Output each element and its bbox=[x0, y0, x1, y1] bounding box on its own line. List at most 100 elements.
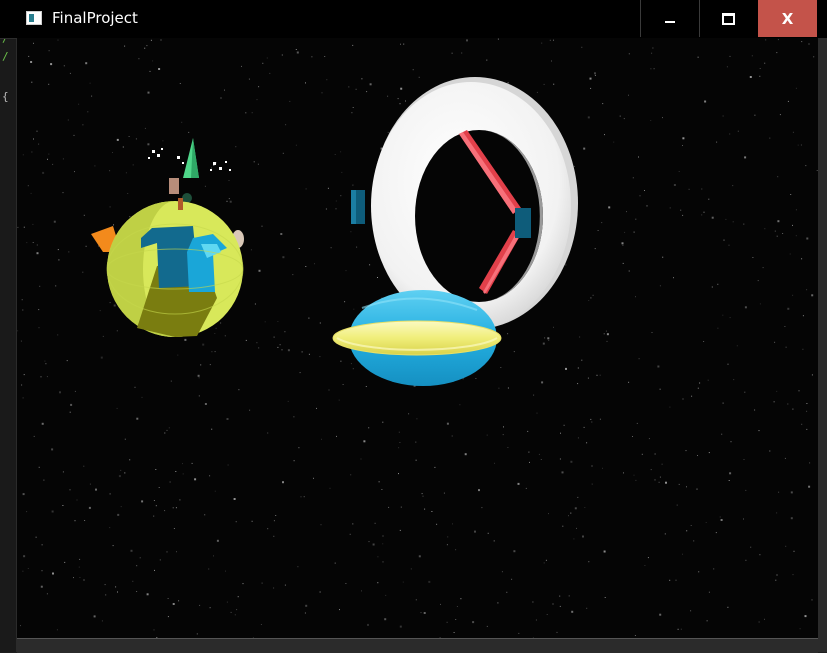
star bbox=[447, 423, 449, 425]
star bbox=[255, 304, 256, 305]
star bbox=[541, 43, 542, 44]
star bbox=[211, 351, 212, 352]
star bbox=[704, 101, 706, 103]
star bbox=[296, 145, 297, 146]
star bbox=[230, 201, 232, 203]
star bbox=[794, 551, 795, 552]
star bbox=[403, 44, 404, 45]
star bbox=[607, 341, 608, 342]
star bbox=[727, 607, 728, 608]
star bbox=[192, 463, 193, 464]
star bbox=[400, 530, 401, 531]
star bbox=[584, 427, 585, 428]
star bbox=[704, 212, 705, 213]
maximize-button[interactable] bbox=[699, 0, 757, 37]
window-title: FinalProject bbox=[52, 9, 138, 27]
star bbox=[262, 226, 263, 227]
star bbox=[87, 111, 88, 112]
star bbox=[801, 145, 802, 146]
star bbox=[461, 53, 462, 54]
star bbox=[416, 460, 417, 461]
star bbox=[806, 429, 807, 430]
star bbox=[123, 147, 124, 148]
star bbox=[400, 88, 402, 90]
star bbox=[635, 296, 636, 297]
star bbox=[154, 629, 155, 630]
star bbox=[353, 107, 354, 108]
star bbox=[62, 505, 63, 506]
star bbox=[793, 132, 794, 133]
star bbox=[321, 439, 322, 440]
star bbox=[633, 177, 634, 178]
star bbox=[267, 528, 268, 529]
star bbox=[313, 478, 314, 479]
star bbox=[690, 610, 691, 611]
star bbox=[723, 116, 724, 117]
star bbox=[494, 540, 495, 541]
star bbox=[651, 53, 652, 54]
minimize-button[interactable] bbox=[640, 0, 698, 37]
star bbox=[608, 206, 610, 208]
star bbox=[796, 209, 797, 210]
star bbox=[791, 491, 793, 493]
star bbox=[562, 471, 564, 473]
star bbox=[110, 302, 111, 303]
star bbox=[366, 386, 367, 387]
star bbox=[703, 341, 704, 342]
star bbox=[560, 459, 561, 460]
star bbox=[573, 538, 574, 539]
star bbox=[732, 185, 733, 186]
star bbox=[67, 360, 68, 361]
star bbox=[776, 391, 777, 392]
star bbox=[689, 189, 690, 190]
star bbox=[129, 216, 130, 217]
star bbox=[340, 151, 341, 152]
star bbox=[37, 245, 38, 246]
star bbox=[497, 602, 498, 603]
star bbox=[215, 351, 216, 352]
opengl-viewport[interactable] bbox=[17, 38, 818, 638]
star bbox=[800, 628, 801, 629]
star bbox=[379, 481, 380, 482]
star bbox=[214, 333, 215, 334]
star bbox=[262, 63, 263, 64]
close-button[interactable]: X bbox=[758, 0, 817, 37]
star bbox=[224, 90, 225, 91]
star bbox=[752, 55, 753, 56]
star bbox=[129, 459, 130, 460]
star bbox=[659, 614, 661, 616]
star bbox=[68, 120, 69, 121]
star bbox=[109, 527, 110, 528]
star bbox=[405, 101, 406, 102]
star bbox=[533, 395, 534, 396]
star bbox=[604, 551, 606, 553]
star bbox=[369, 541, 370, 542]
star bbox=[48, 84, 49, 85]
star bbox=[498, 388, 499, 389]
star bbox=[716, 142, 717, 143]
star bbox=[120, 470, 121, 471]
star bbox=[693, 540, 694, 541]
star bbox=[676, 580, 677, 581]
star bbox=[258, 86, 259, 87]
star bbox=[171, 381, 172, 382]
star bbox=[308, 318, 309, 319]
title-bar[interactable]: FinalProject X bbox=[0, 0, 827, 39]
star bbox=[75, 520, 76, 521]
star bbox=[324, 56, 325, 57]
star bbox=[600, 375, 601, 376]
scene-canvas bbox=[17, 38, 818, 638]
star bbox=[709, 452, 710, 453]
star bbox=[729, 245, 730, 246]
star bbox=[416, 599, 417, 600]
star bbox=[452, 523, 453, 524]
star bbox=[132, 581, 133, 582]
star bbox=[174, 528, 175, 529]
star bbox=[164, 510, 165, 511]
star bbox=[564, 425, 565, 426]
star bbox=[785, 458, 786, 459]
star bbox=[153, 516, 154, 517]
star bbox=[806, 411, 807, 412]
star bbox=[697, 455, 698, 456]
star bbox=[173, 603, 175, 605]
